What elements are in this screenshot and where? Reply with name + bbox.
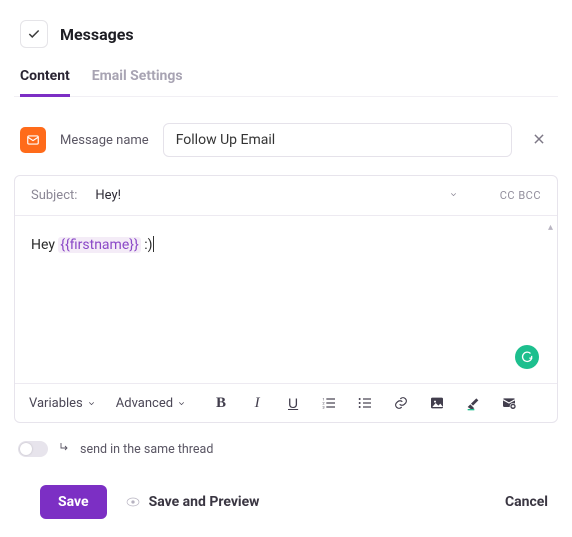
subject-label: Subject: (31, 188, 77, 203)
footer: Save Save and Preview Cancel (14, 459, 558, 537)
message-name-input[interactable] (163, 123, 512, 157)
save-button[interactable]: Save (40, 485, 107, 519)
underline-icon[interactable]: U (284, 394, 302, 412)
panel-title: Messages (60, 25, 134, 44)
variable-token-firstname[interactable]: {{firstname}} (58, 237, 140, 253)
tabs: Content Email Settings (14, 62, 558, 97)
cc-bcc-toggle[interactable]: CC BCC (500, 189, 541, 202)
collapse-toggle[interactable] (20, 20, 48, 48)
cancel-button[interactable]: Cancel (505, 494, 548, 510)
image-icon[interactable] (428, 394, 446, 412)
save-preview-button[interactable]: Save and Preview (125, 494, 260, 510)
bold-icon[interactable]: B (212, 394, 230, 412)
panel-header: Messages (14, 10, 558, 62)
editor-card: Subject: Hey! CC BCC ▴ Hey {{firstname}}… (14, 175, 558, 423)
text-cursor (153, 236, 154, 252)
variables-dropdown[interactable]: Variables (29, 396, 96, 411)
message-name-label: Message name (60, 133, 149, 148)
scroll-up-icon: ▴ (548, 222, 553, 233)
italic-icon[interactable]: I (248, 394, 266, 412)
attachment-icon[interactable] (500, 394, 518, 412)
highlight-icon[interactable] (464, 394, 482, 412)
body-text-prefix: Hey (31, 237, 58, 253)
ordered-list-icon[interactable]: 123 (320, 394, 338, 412)
editor-toolbar: Variables Advanced B I U 123 (15, 384, 557, 422)
tab-email-settings[interactable]: Email Settings (92, 62, 183, 97)
message-name-row: Message name (14, 97, 558, 175)
advanced-dropdown[interactable]: Advanced (116, 396, 186, 411)
body-text-suffix: :) (141, 237, 153, 253)
body-editor[interactable]: ▴ Hey {{firstname}} :) (15, 216, 557, 384)
unordered-list-icon[interactable] (356, 394, 374, 412)
chevron-down-icon[interactable] (449, 188, 458, 203)
close-icon[interactable] (526, 126, 552, 155)
messages-panel: Messages Content Email Settings Message … (0, 0, 572, 537)
advanced-label: Advanced (116, 396, 173, 411)
svg-text:3: 3 (322, 404, 324, 409)
link-icon[interactable] (392, 394, 410, 412)
thread-row: send in the same thread (14, 435, 558, 459)
variables-label: Variables (29, 396, 83, 411)
tab-content[interactable]: Content (20, 62, 70, 97)
subject-row: Subject: Hey! CC BCC (15, 176, 557, 216)
save-preview-label: Save and Preview (149, 494, 260, 510)
same-thread-toggle[interactable] (18, 441, 48, 457)
formatting-icons: B I U 123 (212, 394, 518, 412)
subject-value[interactable]: Hey! (95, 188, 121, 203)
mail-icon (20, 127, 46, 153)
reply-arrow-icon (58, 441, 70, 457)
grammarly-icon[interactable] (515, 345, 539, 369)
same-thread-label: send in the same thread (80, 442, 213, 457)
